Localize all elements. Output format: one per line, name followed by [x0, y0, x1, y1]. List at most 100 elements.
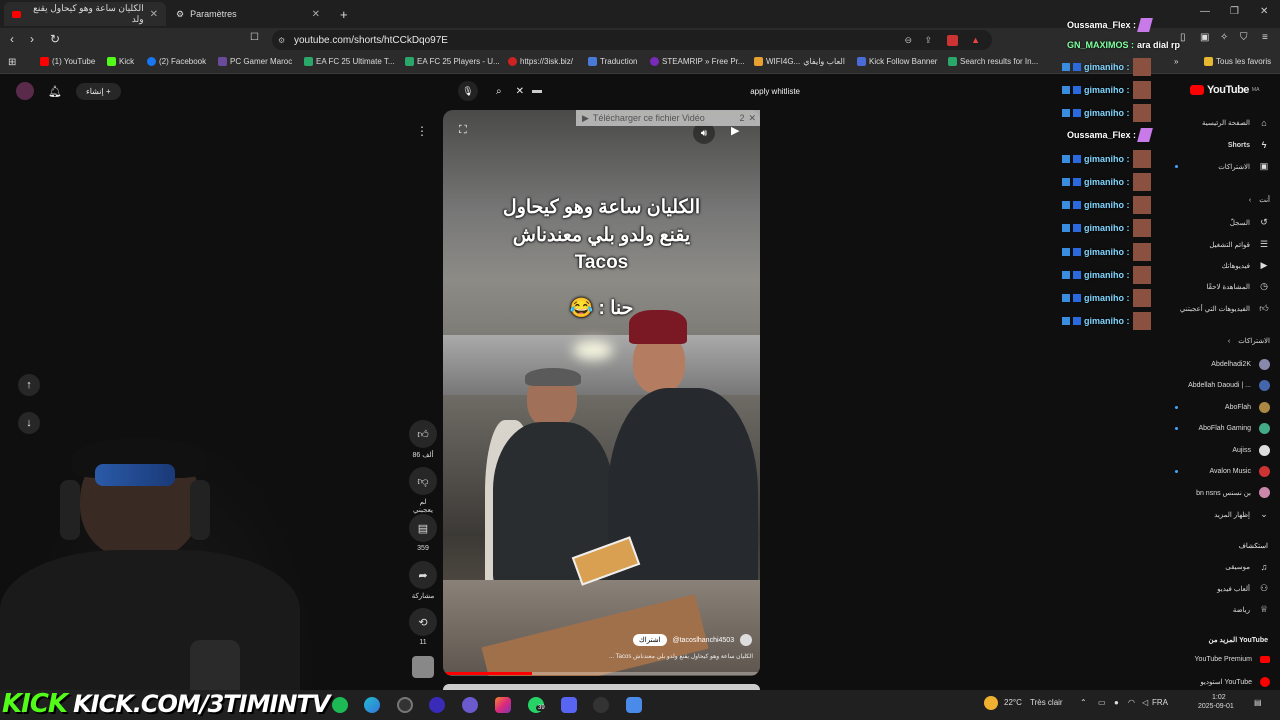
close-icon[interactable]: ✕ — [312, 9, 320, 20]
sidebar-icon[interactable]: ▯ — [1180, 32, 1186, 43]
sidebar-sub-channel[interactable]: Avalon Music — [1209, 466, 1270, 477]
shield-icon[interactable]: ⛉ — [1240, 32, 1248, 43]
apps-icon[interactable]: ⊞ — [8, 57, 16, 68]
dislike-button[interactable]: 👎︎ لم يعجبني — [409, 467, 437, 514]
bookmark-steamrip[interactable]: STEAMRIP » Free Pr... — [650, 57, 745, 66]
game-launcher-icon[interactable] — [561, 697, 577, 713]
app-icon[interactable] — [626, 697, 642, 713]
weather-text[interactable]: Très clair — [1030, 698, 1063, 707]
new-tab-button[interactable]: + — [332, 2, 352, 26]
extension-icon[interactable] — [947, 34, 958, 46]
mic-tray-icon[interactable]: ● — [1114, 698, 1119, 707]
more-options-icon[interactable]: ⋮ — [416, 124, 428, 138]
avatar[interactable] — [16, 82, 34, 100]
sidebar-item-liked-videos[interactable]: الفيديوهات التي أعجبتني 👍︎ — [1180, 303, 1270, 314]
warning-icon[interactable]: ▲ — [971, 35, 980, 45]
sidebar-item-subscriptions[interactable]: الاشتراكات ▣ — [1218, 161, 1270, 172]
sparkle-icon[interactable]: ✧ — [1220, 32, 1228, 43]
channel-name[interactable]: @tacoslhanchi4503 — [673, 637, 735, 644]
mic-icon[interactable]: 🎙︎ — [458, 81, 478, 101]
clock-time[interactable]: 1:02 — [1212, 694, 1226, 701]
search-icon[interactable]: ⌕ — [496, 86, 502, 97]
short-video-player[interactable]: الكليان ساعة وهو كيحاول يقنع ولدو بلي مع… — [443, 110, 760, 676]
sidebar-sub-channel[interactable]: Aujiss — [1232, 445, 1270, 456]
clear-search-icon[interactable]: ✕ — [516, 86, 524, 97]
sidebar-section-subscriptions[interactable]: ‹ الاشتراكات — [1228, 337, 1270, 346]
like-button[interactable]: 👍︎ 86 ألف — [409, 420, 437, 459]
create-button[interactable]: إنشاء + — [75, 82, 121, 100]
restore-icon[interactable]: ❐ — [1230, 6, 1239, 17]
media-player-icon[interactable] — [593, 697, 609, 713]
tab-settings[interactable]: ⚙ Paramètres ✕ — [168, 2, 328, 26]
wallet-icon[interactable]: ▣ — [1200, 32, 1209, 43]
tab-youtube-short[interactable]: الكليان ساعة وهو كيحاول يقنع ولد ✕ — [4, 2, 166, 26]
discord-icon[interactable] — [462, 697, 478, 713]
sidebar-item-your-videos[interactable]: فيديوهاتك ▶ — [1222, 260, 1270, 271]
reload-icon[interactable]: ↻ — [50, 32, 60, 46]
bookmark-facebook[interactable]: (2) Facebook — [147, 57, 206, 66]
whatsapp-icon[interactable]: 39 — [528, 697, 547, 713]
bookmark-ea-fc-players[interactable]: EA FC 25 Players - U... — [405, 57, 500, 66]
sidebar-item-sports[interactable]: رياضة ♕ — [1233, 604, 1270, 615]
obs-icon[interactable] — [397, 697, 413, 713]
minimize-icon[interactable]: — — [1200, 6, 1210, 17]
sidebar-item-gaming[interactable]: ألعاب فيديو ⚇ — [1217, 583, 1270, 594]
remix-button[interactable]: ⟲ 11 — [409, 608, 437, 646]
sidebar-sub-channel[interactable]: Abdellah Daoudi | ... — [1188, 380, 1270, 391]
bookmark-youtube[interactable]: (1) YouTube — [40, 57, 95, 66]
sidebar-sub-channel[interactable]: AboFlah Gaming — [1198, 423, 1270, 434]
clock-date[interactable]: 2025-09-01 — [1198, 703, 1234, 710]
share-icon[interactable]: ⇪ — [924, 35, 932, 46]
bookmark-3isk[interactable]: https://3isk.biz/ — [508, 57, 573, 66]
menu-icon[interactable]: ≡ — [1262, 32, 1268, 43]
progress-bar[interactable] — [443, 672, 760, 675]
sidebar-item-watch-later[interactable]: المشاهدة لاحقًا ◷ — [1207, 281, 1270, 292]
bookmark-pc-gamer[interactable]: PC Gamer Maroc — [218, 57, 292, 66]
sidebar-sub-channel[interactable]: Abdelhadi2K — [1211, 359, 1270, 370]
wifi-icon[interactable]: ◠ — [1128, 698, 1135, 707]
instagram-icon[interactable] — [495, 697, 511, 713]
spotify-icon[interactable] — [332, 697, 348, 713]
chevron-right-icon[interactable]: » — [1174, 57, 1178, 66]
chevron-up-icon[interactable]: ⌃ — [1080, 698, 1087, 707]
download-video-bar[interactable]: ▶ Télécharger ce fichier Vidéo 2 ✕ — [576, 110, 760, 126]
bookmark-ea-fc[interactable]: EA FC 25 Ultimate T... — [304, 57, 395, 66]
sidebar-item-music[interactable]: موسيقى ♫ — [1225, 562, 1270, 572]
edge-icon[interactable] — [364, 697, 380, 713]
close-icon[interactable]: ✕ — [150, 9, 158, 20]
weather-temp[interactable]: 22°C — [1004, 698, 1022, 707]
sidebar-item-playlists[interactable]: قوائم التشغيل ☰ — [1209, 239, 1270, 250]
sidebar-section-you[interactable]: ‹ أنت — [1249, 196, 1270, 205]
sidebar-item-premium[interactable]: YouTube Premium — [1195, 656, 1270, 663]
bookmark-kick-banner[interactable]: Kick Follow Banner — [857, 57, 937, 66]
back-icon[interactable]: ‹ — [10, 32, 14, 46]
weather-icon[interactable] — [984, 696, 998, 710]
sidebar-sub-channel[interactable]: AboFlah — [1225, 402, 1270, 413]
channel-avatar[interactable] — [740, 634, 753, 646]
bookmark-icon[interactable]: ☐ — [250, 32, 259, 43]
sidebar-item-home[interactable]: الصفحة الرئيسية ⌂ — [1202, 118, 1270, 128]
comments-button[interactable]: ▤ 359 — [409, 514, 437, 552]
forward-icon[interactable]: › — [30, 32, 34, 46]
bookmark-kick[interactable]: Kick — [107, 57, 134, 66]
sidebar-item-shorts[interactable]: Shorts ϟ — [1228, 140, 1270, 150]
sidebar-item-history[interactable]: السجلّ ↺ — [1230, 217, 1270, 228]
video-description[interactable]: الكليان ساعة وهو كيحاول يقنع ولدو بلي مع… — [593, 653, 753, 660]
previous-short-button[interactable]: ↑ — [18, 374, 40, 396]
bell-icon[interactable]: 🔔︎ — [48, 85, 62, 98]
bookmark-traduction[interactable]: Traduction — [588, 57, 638, 66]
address-bar[interactable]: ⚙ youtube.com/shorts/htCCkDqo97E ⊖ ⇪ ▲ — [272, 30, 992, 50]
notifications-icon[interactable]: ▤ — [1254, 698, 1262, 707]
sidebar-sub-channel[interactable]: bn nsns بن نسنس — [1196, 487, 1270, 498]
speaker-icon[interactable]: ◁ — [1142, 698, 1148, 707]
bookmark-wifi4g[interactable]: WIFI4G... العاب وايفاي — [754, 57, 845, 66]
sound-thumbnail[interactable] — [412, 656, 434, 678]
fullscreen-icon[interactable]: ⛶ — [459, 124, 467, 137]
show-more-button[interactable]: إظهار المزيد ⌄ — [1214, 509, 1270, 520]
site-info-icon[interactable]: ⚙ — [278, 36, 285, 45]
close-icon[interactable]: ✕ — [748, 113, 756, 124]
zoom-icon[interactable]: ⊖ — [904, 35, 912, 46]
language-indicator[interactable]: FRA — [1152, 698, 1168, 707]
app-icon[interactable] — [429, 697, 445, 713]
share-button[interactable]: ➦ مشاركة — [409, 561, 437, 600]
